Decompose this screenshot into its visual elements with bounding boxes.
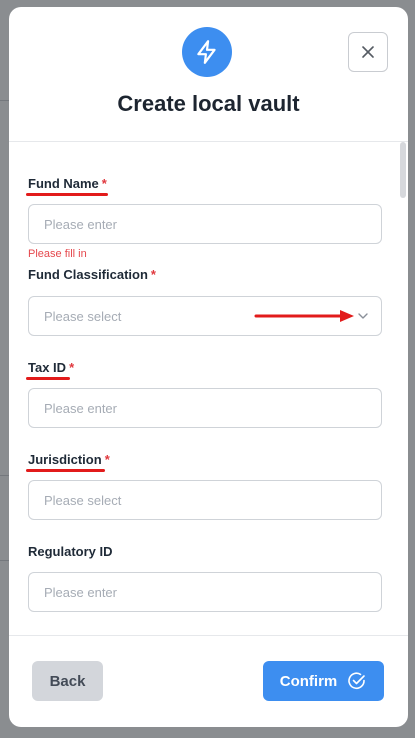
fund-classification-placeholder: Please select (44, 308, 122, 324)
close-button[interactable] (348, 32, 388, 72)
annotation-underline (26, 377, 70, 380)
regulatory-id-label: Regulatory ID (28, 544, 113, 559)
jurisdiction-label-text: Jurisdiction (28, 452, 102, 467)
modal-header: Create local vault (9, 7, 408, 147)
jurisdiction-label: Jurisdiction * (28, 452, 110, 467)
create-vault-modal: Create local vault Fund Name * Please ent… (9, 7, 408, 727)
back-button[interactable]: Back (32, 661, 103, 701)
tax-id-label-text: Tax ID (28, 360, 67, 375)
annotation-underline (26, 193, 108, 196)
scrollbar-thumb[interactable] (400, 142, 406, 198)
required-marker: * (101, 176, 107, 191)
close-icon (362, 46, 374, 58)
lightning-bolt-icon (182, 27, 232, 77)
chevron-down-icon (358, 313, 368, 319)
required-marker: * (69, 360, 75, 375)
tax-id-input[interactable]: Please enter (28, 388, 382, 428)
check-circle-icon (348, 672, 366, 689)
required-marker: * (104, 452, 110, 467)
fund-name-label: Fund Name * (28, 176, 107, 191)
jurisdiction-select[interactable]: Please select (28, 480, 382, 520)
confirm-button[interactable]: Confirm (263, 661, 384, 701)
annotation-arrow (254, 310, 354, 322)
required-marker: * (150, 267, 156, 282)
fund-classification-label-text: Fund Classification (28, 267, 148, 282)
regulatory-id-label-text: Regulatory ID (28, 544, 113, 559)
tax-id-label: Tax ID * (28, 360, 74, 375)
modal-title: Create local vault (117, 91, 300, 116)
confirm-label: Confirm (279, 672, 338, 690)
annotation-underline (26, 469, 105, 472)
fund-name-error: Please fill in (28, 248, 87, 260)
regulatory-id-input[interactable]: Please enter (28, 572, 382, 612)
fund-classification-label: Fund Classification * (28, 267, 156, 282)
fund-name-label-text: Fund Name (28, 176, 99, 191)
footer-divider (9, 635, 408, 636)
fund-name-input[interactable]: Please enter (28, 204, 382, 244)
header-divider (9, 141, 408, 142)
